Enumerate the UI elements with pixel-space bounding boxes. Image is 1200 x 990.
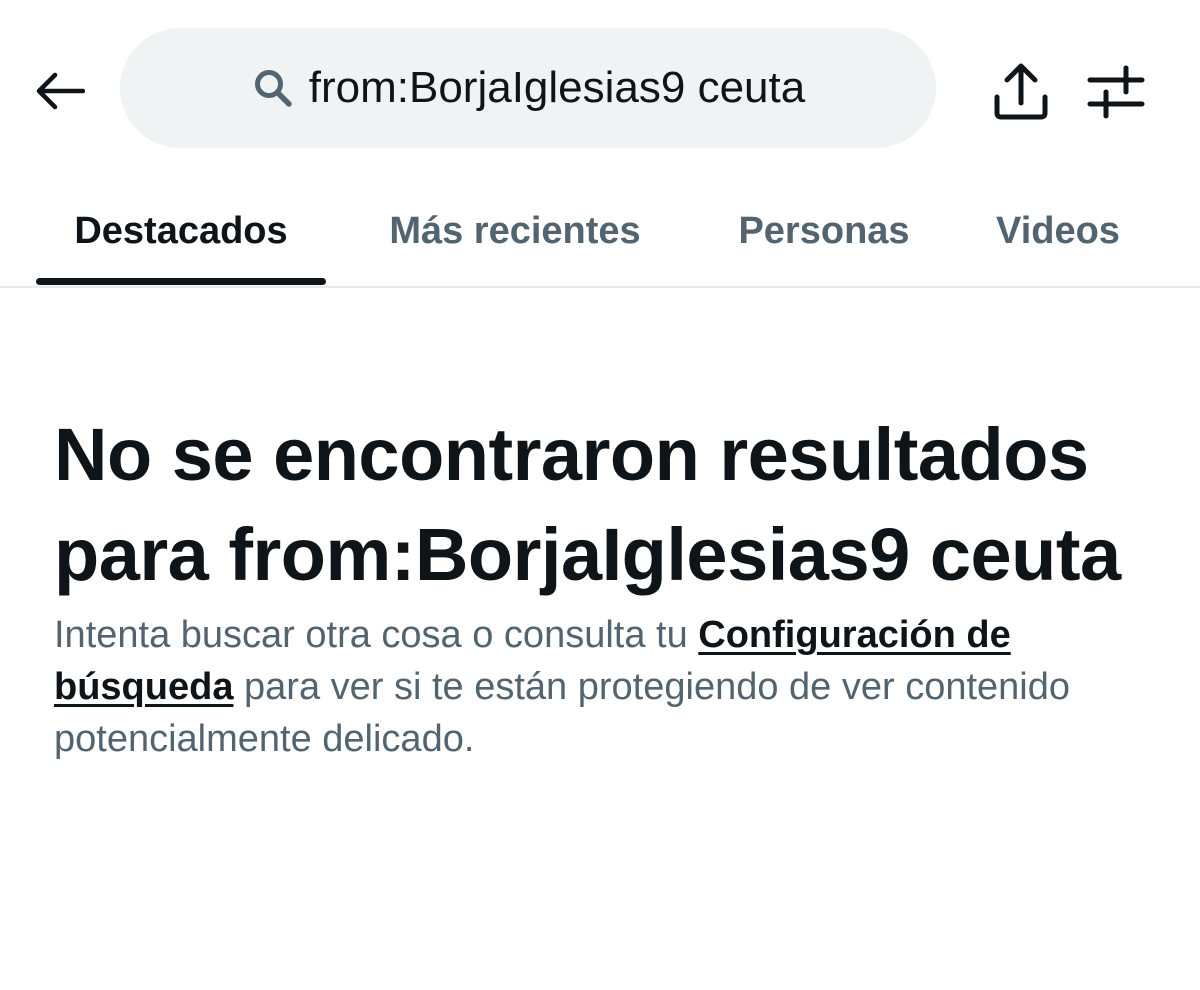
tab-mas-recientes[interactable]: Más recientes	[356, 178, 674, 284]
active-tab-indicator	[36, 278, 326, 285]
tab-personas[interactable]: Personas	[706, 178, 942, 284]
search-icon	[251, 66, 295, 110]
tab-destacados[interactable]: Destacados	[36, 178, 326, 284]
search-filters-button[interactable]	[1080, 56, 1152, 126]
search-query-text[interactable]: from:BorjaIglesias9 ceuta	[309, 63, 805, 113]
back-arrow-icon	[36, 72, 85, 110]
tab-videos[interactable]: Videos	[972, 178, 1144, 284]
empty-state: No se encontraron resultados para from:B…	[54, 405, 1164, 765]
filter-sliders-icon	[1087, 65, 1145, 119]
share-icon	[994, 63, 1048, 120]
top-bar: from:BorjaIglesias9 ceuta	[0, 0, 1200, 178]
share-button[interactable]	[986, 56, 1056, 126]
empty-state-message: Intenta buscar otra cosa o consulta tu C…	[54, 609, 1164, 765]
empty-state-title: No se encontraron resultados para from:B…	[54, 413, 1121, 596]
back-button[interactable]	[28, 60, 90, 122]
search-input[interactable]: from:BorjaIglesias9 ceuta	[120, 28, 936, 148]
empty-state-text-start: Intenta buscar otra cosa o consulta tu	[54, 614, 699, 656]
search-tabs: Destacados Más recientes Personas Videos	[0, 178, 1200, 288]
